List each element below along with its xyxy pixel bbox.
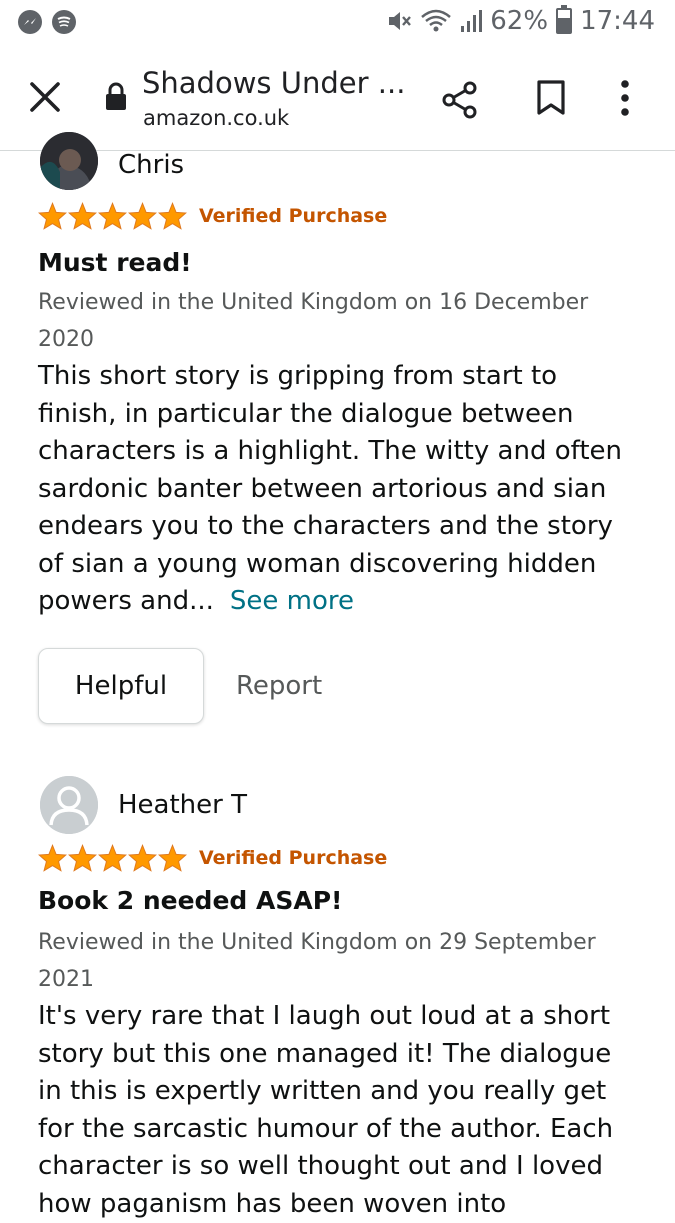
status-bar: 62% 17:44	[0, 0, 675, 46]
lock-icon	[106, 82, 126, 110]
star-icon	[98, 202, 127, 230]
default-avatar-icon	[40, 776, 98, 834]
battery-icon	[556, 5, 573, 34]
star-icon	[68, 844, 97, 872]
star-rating	[38, 202, 187, 230]
star-icon	[38, 202, 67, 230]
review-headline: Book 2 needed ASAP!	[38, 886, 343, 915]
rating-row: Verified Purchase	[38, 844, 387, 872]
review-text: This short story is gripping from start …	[38, 361, 622, 616]
review-date: Reviewed in the United Kingdom on 29 Sep…	[38, 930, 596, 992]
bookmark-icon[interactable]	[536, 80, 566, 116]
browser-toolbar: Shadows Under ... amazon.co.uk	[0, 46, 675, 151]
battery-percent: 62%	[490, 6, 549, 36]
avatar[interactable]	[40, 776, 98, 834]
reviewer-name[interactable]: Chris	[118, 150, 184, 180]
report-link[interactable]: Report	[236, 671, 322, 701]
star-rating	[38, 844, 187, 872]
page-url[interactable]: amazon.co.uk	[143, 106, 289, 130]
messenger-icon	[18, 10, 42, 34]
review-card: Chris Verified Purchase Must read! Revie…	[38, 132, 648, 724]
clock: 17:44	[580, 6, 655, 36]
star-icon	[38, 844, 67, 872]
star-icon	[158, 844, 187, 872]
review-headline: Must read!	[38, 248, 192, 277]
star-icon	[98, 844, 127, 872]
star-icon	[128, 202, 157, 230]
review-body: It's very rare that I laugh out loud at …	[38, 998, 643, 1223]
reviewer-name[interactable]: Heather T	[118, 790, 247, 820]
close-icon[interactable]	[28, 80, 62, 114]
avatar[interactable]	[40, 132, 98, 190]
verified-purchase-badge: Verified Purchase	[199, 205, 388, 227]
reviewer-profile[interactable]: Heather T	[38, 776, 648, 834]
wifi-icon	[421, 9, 452, 32]
review-body: This short story is gripping from start …	[38, 358, 643, 621]
share-icon[interactable]	[440, 80, 480, 120]
signal-icon	[461, 10, 483, 32]
page-title[interactable]: Shadows Under ...	[142, 66, 405, 100]
rating-row: Verified Purchase	[38, 202, 387, 230]
star-icon	[128, 844, 157, 872]
review-date: Reviewed in the United Kingdom on 16 Dec…	[38, 290, 589, 352]
more-vert-icon[interactable]	[620, 78, 630, 118]
review-actions: Helpful Report	[38, 648, 322, 724]
mute-icon	[389, 12, 412, 30]
star-icon	[158, 202, 187, 230]
system-status: 62% 17:44	[386, 5, 655, 36]
reviewer-profile[interactable]: Chris	[38, 132, 648, 208]
see-more-link[interactable]: See more	[230, 586, 354, 616]
helpful-button[interactable]: Helpful	[38, 648, 204, 724]
star-icon	[68, 202, 97, 230]
review-card: Heather T Verified Purchase Book 2 neede…	[38, 776, 648, 1219]
spotify-icon	[52, 10, 76, 34]
notification-icons	[18, 10, 76, 34]
verified-purchase-badge: Verified Purchase	[199, 847, 388, 869]
review-text: It's very rare that I laugh out loud at …	[38, 1001, 614, 1219]
